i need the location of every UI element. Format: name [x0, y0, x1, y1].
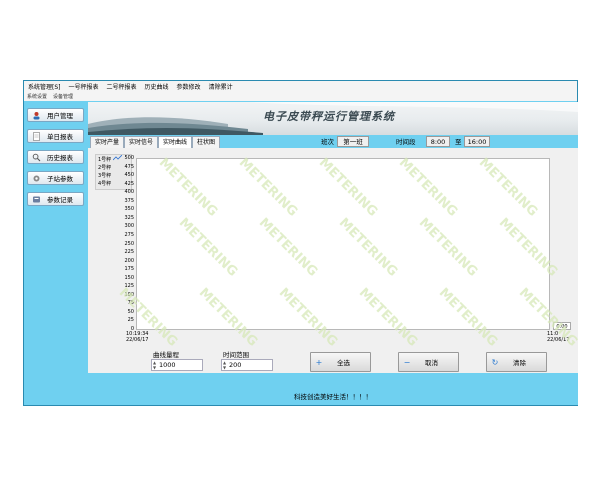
y-tick-label: 475	[124, 163, 134, 170]
y-tick-label: 500	[124, 155, 134, 161]
y-tick-label: 425	[124, 180, 134, 187]
tab-realtime-curve[interactable]: 实时曲线	[158, 136, 193, 148]
time-range-value: 200	[229, 361, 242, 369]
sidebar-item-label: 用户管理	[47, 112, 73, 120]
sidebar-item-label: 历史报表	[47, 154, 73, 162]
y-tick-label: 400	[124, 189, 134, 196]
tab-bar-chart[interactable]: 柱状图	[192, 136, 221, 148]
y-tick-label: 150	[124, 274, 134, 281]
sidebar-item-label: 单日报表	[47, 133, 73, 141]
stepper-arrows-icon[interactable]: ▲ ▼	[223, 360, 226, 370]
y-tick-label: 300	[124, 223, 134, 230]
y-tick-label: 375	[124, 197, 134, 204]
record-icon	[32, 195, 41, 204]
range-label: 曲线量程	[153, 351, 179, 359]
sidebar-item-substation-params[interactable]: 子站参数	[27, 171, 84, 185]
main-content: 电子皮带秤运行管理系统 实时产量 实时信号 实时曲线 柱状图 班次 第一班 时间…	[88, 102, 578, 405]
document-icon	[32, 131, 41, 141]
legend-label: 4号秤	[98, 181, 112, 187]
y-tick-label: 225	[124, 249, 134, 256]
menu-history-curve[interactable]: 历史曲线	[141, 82, 173, 91]
y-tick-label: 350	[124, 206, 134, 213]
sidebar-item-user-manage[interactable]: 用户管理	[27, 108, 84, 122]
y-tick-label: 275	[124, 231, 134, 238]
plus-icon: +	[315, 357, 323, 367]
tab-realtime-output[interactable]: 实时产量	[90, 136, 125, 148]
app-title: 电子皮带秤运行管理系统	[263, 110, 395, 123]
legend-label: 2号秤	[98, 165, 112, 171]
shift-label: 班次	[321, 138, 334, 146]
cancel-label: 取消	[425, 359, 438, 367]
y-tick-label: 250	[124, 240, 134, 247]
legend-line-icon	[112, 154, 123, 161]
menu-param-edit[interactable]: 参数修改	[173, 82, 205, 91]
sidebar-item-label: 参数记录	[47, 196, 73, 204]
clear-button[interactable]: ↻ 清除	[486, 352, 547, 372]
y-tick-label: 200	[124, 257, 134, 264]
range-value: 1000	[159, 361, 176, 369]
legend-label: 1号秤	[98, 157, 112, 163]
y-tick-label: 325	[124, 214, 134, 221]
y-tick-label: 25	[127, 317, 134, 324]
select-all-label: 全选	[337, 359, 350, 367]
sidebar-item-daily-report[interactable]: 单日报表	[27, 129, 84, 143]
menu-clear-total[interactable]: 清除累计	[205, 82, 237, 91]
sidebar-item-param-records[interactable]: 参数记录	[27, 192, 84, 206]
tab-realtime-signal[interactable]: 实时信号	[124, 136, 159, 148]
y-tick-label: 175	[124, 266, 134, 273]
select-all-button[interactable]: + 全选	[310, 352, 371, 372]
submenu-system-settings[interactable]: 系统设置	[24, 93, 50, 100]
sidebar-item-history-report[interactable]: 历史报表	[27, 150, 84, 164]
sidebar-item-label: 子站参数	[47, 175, 73, 183]
title-banner: 电子皮带秤运行管理系统	[88, 102, 578, 135]
gear-icon	[32, 174, 41, 183]
menu-scale1-report[interactable]: 一号秤报表	[65, 82, 103, 91]
cancel-button[interactable]: − 取消	[398, 352, 459, 372]
x-axis-start-label: 10:19:34 22/06/17	[126, 331, 149, 343]
clear-label: 清除	[513, 359, 526, 367]
sub-menu-bar: 系统设置 设备管理	[24, 92, 577, 101]
search-icon	[32, 153, 41, 162]
user-icon	[32, 111, 41, 120]
menu-system[interactable]: 系统管理[S]	[24, 82, 65, 91]
timeslot-start-field[interactable]: 8:00	[426, 136, 450, 147]
timeslot-label: 时间段	[396, 138, 416, 146]
time-range-label: 时间范围	[223, 351, 249, 359]
legend-label: 3号秤	[98, 173, 112, 179]
minus-icon: −	[403, 357, 411, 367]
status-bar: 科技创造美好生活！！！！	[88, 390, 578, 405]
refresh-icon: ↻	[491, 357, 499, 367]
range-stepper[interactable]: ▲ ▼ 1000	[151, 359, 203, 371]
y-tick-label: 450	[124, 172, 134, 179]
time-range-stepper[interactable]: ▲ ▼ 200	[221, 359, 273, 371]
timeslot-end-field[interactable]: 16:00	[464, 136, 490, 147]
x-start-date: 22/06/17	[126, 336, 149, 343]
app-window: 系统管理[S] 一号秤报表 二号秤报表 历史曲线 参数修改 清除累计 系统设置 …	[23, 80, 578, 406]
menu-scale2-report[interactable]: 二号秤报表	[103, 82, 141, 91]
sidebar: 用户管理 单日报表 历史报表 子站参数 参数记录	[24, 102, 87, 405]
shift-field[interactable]: 第一班	[337, 136, 369, 147]
stepper-arrows-icon[interactable]: ▲ ▼	[153, 360, 156, 370]
submenu-device-manage[interactable]: 设备管理	[50, 93, 76, 100]
timeslot-separator: 至	[455, 138, 462, 146]
